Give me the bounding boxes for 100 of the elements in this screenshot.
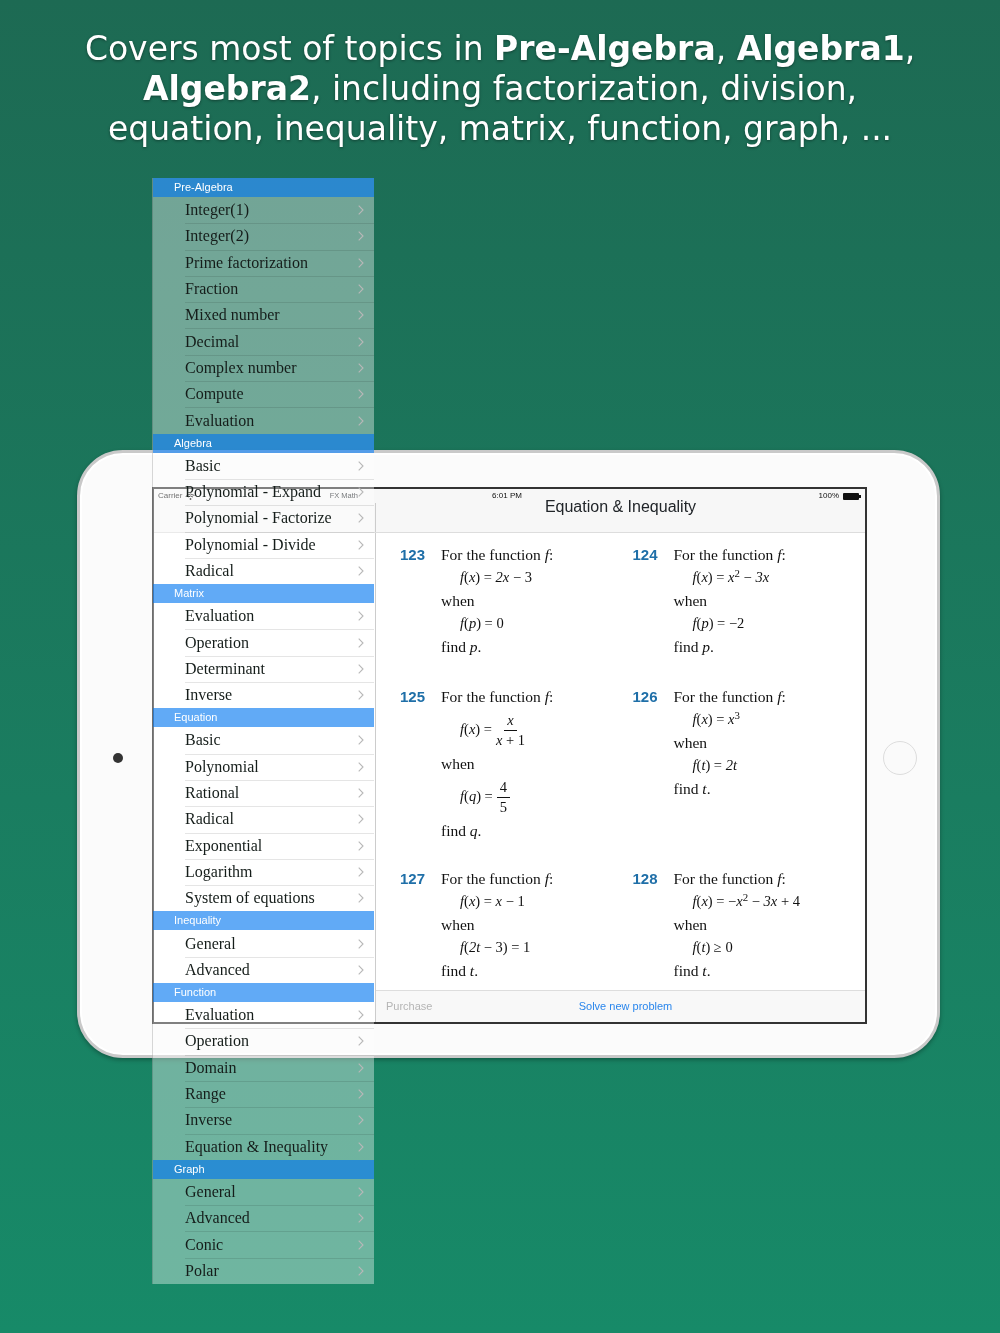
problem-text: find t. <box>673 779 712 799</box>
menu-item[interactable]: Operation <box>153 629 374 656</box>
menu-item[interactable]: Compute <box>153 381 374 408</box>
toolbar-button[interactable]: Solve new problem <box>578 998 673 1015</box>
section-header: Equation <box>153 708 374 728</box>
menu-item[interactable]: Evaluation <box>153 603 374 630</box>
problem-text: when <box>673 733 709 753</box>
menu-item[interactable]: Conic <box>153 1231 374 1258</box>
formula: f(x) = x − 1 <box>459 892 526 911</box>
menu-item[interactable]: Advanced <box>153 956 374 983</box>
wifi-icon <box>186 492 196 500</box>
battery-icon <box>843 492 861 500</box>
problem-text: find t. <box>673 961 712 981</box>
menu-item[interactable]: Mixed number <box>153 302 374 329</box>
menu-item[interactable]: Polynomial <box>153 753 374 780</box>
menu-item[interactable]: Radical <box>153 806 374 833</box>
chevron-icon <box>358 460 364 471</box>
problem-text: when <box>441 915 476 935</box>
chevron-icon <box>358 415 364 426</box>
menu-item[interactable]: Decimal <box>153 328 374 355</box>
menu-item[interactable]: General <box>153 930 374 957</box>
menu-item[interactable]: Logarithm <box>153 858 374 886</box>
problem-number: 126 <box>632 687 659 707</box>
formula: f(t) ≥ 0 <box>691 938 734 957</box>
menu-item[interactable]: Polar <box>153 1257 374 1284</box>
problem-number: 127 <box>400 869 427 889</box>
chevron-icon <box>358 1089 364 1100</box>
chevron-icon <box>358 310 364 321</box>
menu-item[interactable]: Integer(1) <box>153 197 374 224</box>
chevron-icon <box>358 389 364 400</box>
section-header: Algebra <box>153 433 374 453</box>
carrier-label: Carrier <box>158 490 183 502</box>
problem-text: For the function f: <box>673 545 786 565</box>
section-header: Graph <box>153 1159 374 1179</box>
problem-number: 123 <box>400 545 427 565</box>
chevron-icon <box>358 938 364 949</box>
problem-text: when <box>441 591 476 611</box>
menu-item[interactable]: Polynomial - Divide <box>153 531 374 558</box>
formula: f(2t − 3) = 1 <box>459 938 532 957</box>
chevron-icon <box>358 1265 364 1276</box>
problem-text: find q. <box>441 821 483 841</box>
menu-item[interactable]: Basic <box>153 727 374 754</box>
menu-item[interactable]: Fraction <box>153 275 374 303</box>
chevron-icon <box>358 1186 364 1197</box>
chevron-icon <box>358 964 364 975</box>
chevron-icon <box>358 1036 364 1047</box>
problem-text: For the function f: <box>441 869 554 889</box>
menu-item[interactable]: Integer(2) <box>153 223 374 250</box>
chevron-icon <box>358 539 364 550</box>
menu-item[interactable]: Radical <box>153 557 374 585</box>
menu-item[interactable]: Basic <box>153 452 374 479</box>
menu-item[interactable]: Range <box>153 1080 374 1108</box>
battery-level: 100% <box>818 490 839 502</box>
formula: f(x) = −x$^{2}$ − 3x + 4 <box>691 890 800 911</box>
chevron-icon <box>358 1213 364 1224</box>
chevron-icon <box>358 513 364 524</box>
menu-item[interactable]: Domain <box>153 1054 374 1081</box>
section-header: Inequality <box>153 911 374 931</box>
chevron-icon <box>358 814 364 825</box>
menu-item[interactable]: Evaluation <box>153 1002 374 1029</box>
menu-item[interactable]: General <box>153 1178 374 1206</box>
chevron-icon <box>358 1141 364 1152</box>
problem-text: when <box>441 754 476 774</box>
menu-item[interactable]: Evaluation <box>153 407 374 434</box>
menu-item[interactable]: Determinant <box>153 655 374 683</box>
problem-number: 128 <box>632 869 659 889</box>
chevron-icon <box>358 1010 364 1021</box>
nav-title: Equation & Inequality <box>544 497 697 517</box>
menu-item[interactable]: System of equations <box>153 885 374 912</box>
problem-text: For the function f: <box>673 687 786 707</box>
formula: f(t) = 2t <box>691 756 738 775</box>
menu-item[interactable]: Inverse <box>153 682 374 709</box>
formula: f(p) = −2 <box>691 614 746 633</box>
menu-item[interactable]: Operation <box>153 1028 374 1055</box>
menu-item[interactable]: Complex number <box>153 354 374 382</box>
formula: f(x) = 2x − 3 <box>459 568 533 587</box>
chevron-icon <box>358 611 364 622</box>
chevron-icon <box>358 362 364 373</box>
menu-item[interactable]: Rational <box>153 779 374 807</box>
problem-text: when <box>673 915 709 935</box>
chevron-icon <box>358 284 364 295</box>
menu-item[interactable]: Advanced <box>153 1205 374 1232</box>
chevron-icon <box>358 663 364 674</box>
chevron-icon <box>358 566 364 576</box>
menu-item[interactable]: Prime factorization <box>153 249 374 276</box>
chevron-icon <box>358 336 364 347</box>
chevron-icon <box>358 231 364 242</box>
chevron-icon <box>358 690 364 701</box>
chevron-icon <box>358 893 364 904</box>
menu-item[interactable]: Exponential <box>153 832 374 859</box>
menu-item[interactable]: Equation & Inequality <box>153 1133 374 1160</box>
problem-text: find p. <box>673 637 715 657</box>
section-header: Function <box>153 983 374 1002</box>
formula: f(x) = x$^{3}$ <box>691 708 741 729</box>
formula: f(p) = 0 <box>459 614 505 633</box>
menu-item[interactable]: Inverse <box>153 1107 374 1134</box>
problem-text: For the function f: <box>441 687 554 707</box>
section-header: Pre-Algebra <box>153 178 374 197</box>
problem-number: 124 <box>632 545 659 565</box>
headline: Covers most of topics in Pre-Algebra, Algebra1, Algebra2, including factorization, division, equation, inequality, matrix, function, graph, ... <box>83 29 917 149</box>
